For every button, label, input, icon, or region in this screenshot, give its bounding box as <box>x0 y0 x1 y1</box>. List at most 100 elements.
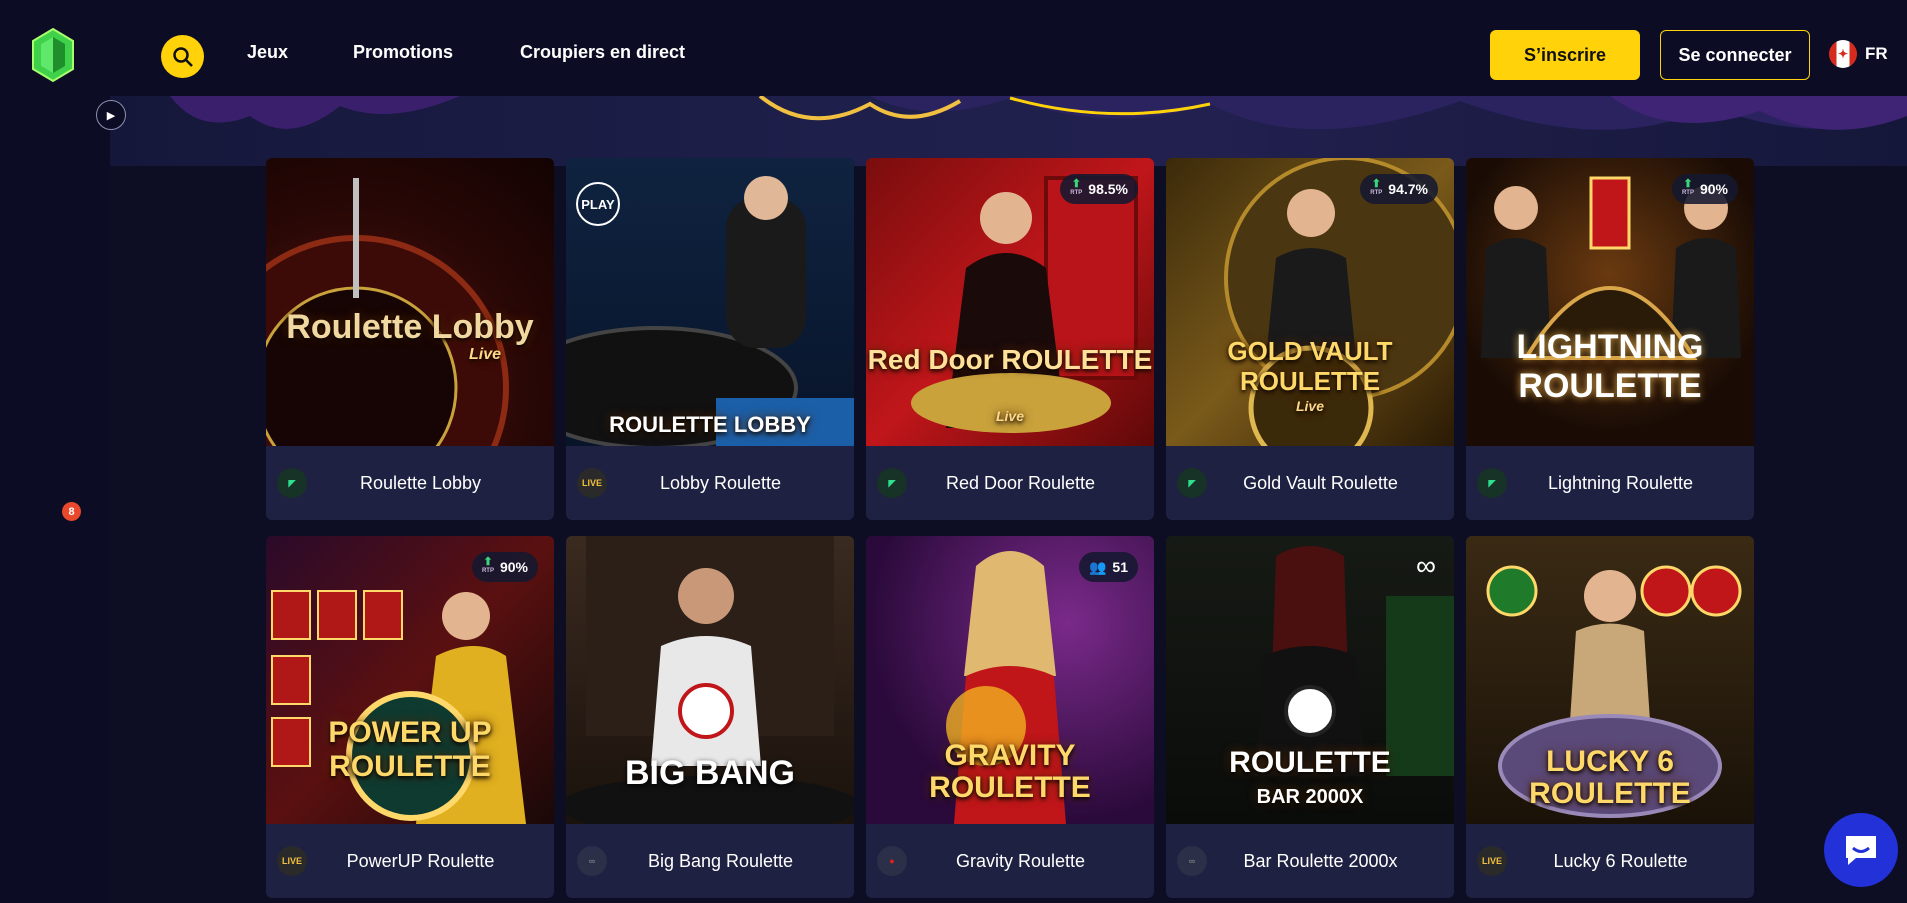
players-icon: 👥 <box>1088 558 1107 575</box>
game-card[interactable]: ROULETTE BAR 2000X ∞ ∞ Bar Roulette 2000… <box>1166 536 1454 898</box>
game-art-title: ROULETTE LOBBY <box>609 412 811 437</box>
rtp-badge: ⬆ RTP 94.7% <box>1360 174 1438 204</box>
game-art-subtitle: Live <box>995 408 1024 424</box>
game-name: PowerUP Roulette <box>346 850 495 871</box>
rtp-badge: ⬆ RTP 98.5% <box>1060 174 1138 204</box>
sidebar <box>0 96 110 903</box>
game-thumbnail: ROULETTE BAR 2000X ∞ <box>1166 536 1454 824</box>
provider-logo-icon: LIVE <box>577 468 607 498</box>
game-thumbnail: Red Door ROULETTE Live ⬆ RTP 98.5% <box>866 158 1154 446</box>
game-thumbnail: GOLD VAULT ROULETTE Live ⬆ RTP 94.7% <box>1166 158 1454 446</box>
rtp-value: 98.5% <box>1088 181 1128 197</box>
play-logo-icon: PLAY <box>576 182 620 226</box>
register-button[interactable]: S’inscrire <box>1490 30 1640 80</box>
game-name: Roulette Lobby <box>359 472 482 493</box>
rtp-up-icon: ⬆ RTP <box>1370 178 1383 197</box>
canada-flag-icon: ✦ <box>1829 40 1857 68</box>
game-art-title: LUCKY 6 ROULETTE <box>1529 745 1691 810</box>
game-grid: Roulette Lobby Live ◤ Roulette Lobby PLA… <box>110 96 1907 903</box>
rtp-value: 94.7% <box>1388 181 1428 197</box>
card-footer: ◤ Gold Vault Roulette <box>1166 446 1454 520</box>
game-art-subtitle: Live <box>468 346 501 363</box>
game-art-title: GOLD VAULT ROULETTE <box>1227 336 1393 396</box>
rtp-up-icon: ⬆ RTP <box>481 556 494 575</box>
language-selector[interactable]: ✦ FR <box>1829 40 1888 68</box>
game-art-title: ROULETTE <box>1229 746 1391 779</box>
play-icon: ▶ <box>106 109 116 122</box>
players-count: 51 <box>1112 559 1128 575</box>
search-icon <box>172 46 193 67</box>
game-name: Bar Roulette 2000x <box>1243 850 1398 871</box>
rtp-value: 90% <box>499 559 528 575</box>
card-footer: LIVE Lobby Roulette <box>566 446 854 520</box>
players-badge: 👥 51 <box>1078 552 1138 582</box>
card-footer: ∞ Big Bang Roulette <box>566 824 854 898</box>
game-art-title: Red Door ROULETTE <box>867 344 1153 375</box>
game-card[interactable]: Roulette Lobby Live ◤ Roulette Lobby <box>266 158 554 520</box>
game-card[interactable]: GRAVITY ROULETTE 👥 51 ● Gravity Roulette <box>866 536 1154 898</box>
play-toggle-button[interactable]: ▶ <box>96 100 126 130</box>
game-card[interactable]: LUCKY 6 ROULETTE LIVE Lucky 6 Roulette <box>1466 536 1754 898</box>
provider-logo-icon: ∞ <box>1177 846 1207 876</box>
game-art-title: LIGHTNING ROULETTE <box>1516 328 1704 405</box>
game-name: Gold Vault Roulette <box>1243 472 1398 493</box>
game-thumbnail: PLAY ROULETTE LOBBY <box>566 158 854 446</box>
provider-logo-icon: ∞ <box>577 846 607 876</box>
game-card[interactable]: BIG BANG ∞ Big Bang Roulette <box>566 536 854 898</box>
live-chat-button[interactable] <box>1824 813 1898 887</box>
game-name: Gravity Roulette <box>955 850 1086 871</box>
card-footer: ∞ Bar Roulette 2000x <box>1166 824 1454 898</box>
rtp-up-icon: ⬆ RTP <box>1070 178 1083 197</box>
game-thumbnail: LIGHTNING ROULETTE ⬆ RTP 90% <box>1466 158 1754 446</box>
game-art-subtitle: Live <box>1295 398 1324 414</box>
game-name: Lightning Roulette <box>1547 472 1694 493</box>
game-name: Lucky 6 Roulette <box>1553 850 1688 871</box>
top-bar: Jeux Promotions Croupiers en direct S’in… <box>0 0 1907 96</box>
provider-logo-icon: LIVE <box>1477 846 1507 876</box>
rtp-up-icon: ⬆ RTP <box>1681 178 1694 197</box>
game-card[interactable]: GOLD VAULT ROULETTE Live ⬆ RTP 94.7% ◤ Gol… <box>1166 158 1454 520</box>
card-footer: LIVE Lucky 6 Roulette <box>1466 824 1754 898</box>
provider-logo-icon: ◤ <box>277 468 307 498</box>
provider-logo-icon: ◤ <box>877 468 907 498</box>
card-footer: ◤ Lightning Roulette <box>1466 446 1754 520</box>
nav-promotions[interactable]: Promotions <box>353 42 453 63</box>
game-card[interactable]: POWER UP ROULETTE ⬆ RTP 90% LIVE PowerUP R… <box>266 536 554 898</box>
notification-badge: 8 <box>62 502 81 521</box>
search-button[interactable] <box>161 35 204 78</box>
game-thumbnail: POWER UP ROULETTE ⬆ RTP 90% <box>266 536 554 824</box>
card-footer: ◤ Red Door Roulette <box>866 446 1154 520</box>
game-card[interactable]: LIGHTNING ROULETTE ⬆ RTP 90% ◤ Lightning R… <box>1466 158 1754 520</box>
provider-logo-icon: ◤ <box>1177 468 1207 498</box>
game-card[interactable]: Red Door ROULETTE Live ⬆ RTP 98.5% ◤ Red D… <box>866 158 1154 520</box>
provider-logo-icon: ◤ <box>1477 468 1507 498</box>
rtp-badge: ⬆ RTP 90% <box>1671 174 1738 204</box>
nav-games[interactable]: Jeux <box>247 42 288 63</box>
language-label: FR <box>1865 44 1888 63</box>
game-thumbnail: LUCKY 6 ROULETTE <box>1466 536 1754 824</box>
infinity-logo-icon: ∞ <box>1416 550 1436 581</box>
game-name: Red Door Roulette <box>945 472 1096 493</box>
login-button[interactable]: Se connecter <box>1660 30 1810 80</box>
rtp-value: 90% <box>1699 181 1728 197</box>
card-footer: LIVE PowerUP Roulette <box>266 824 554 898</box>
gem-logo-icon[interactable] <box>31 27 75 83</box>
game-name: Big Bang Roulette <box>647 850 794 871</box>
chat-bubble-icon <box>1846 836 1876 865</box>
game-name: Lobby Roulette <box>659 472 782 493</box>
game-thumbnail: Roulette Lobby Live <box>266 158 554 446</box>
card-footer: ◤ Roulette Lobby <box>266 446 554 520</box>
game-thumbnail: BIG BANG <box>566 536 854 824</box>
provider-logo-icon: LIVE <box>277 846 307 876</box>
game-art-title: BIG BANG <box>625 754 795 792</box>
game-art-title: GRAVITY ROULETTE <box>929 739 1091 804</box>
game-art-title: Roulette Lobby <box>286 308 534 346</box>
rtp-badge: ⬆ RTP 90% <box>471 552 538 582</box>
provider-logo-icon: ● <box>877 846 907 876</box>
game-art-title: POWER UP ROULETTE <box>328 716 492 783</box>
game-art-subtitle: BAR 2000X <box>1256 786 1364 808</box>
nav-live-dealers[interactable]: Croupiers en direct <box>520 42 685 63</box>
card-footer: ● Gravity Roulette <box>866 824 1154 898</box>
game-thumbnail: GRAVITY ROULETTE 👥 51 <box>866 536 1154 824</box>
game-card[interactable]: PLAY ROULETTE LOBBY LIVE Lobby Roulette <box>566 158 854 520</box>
